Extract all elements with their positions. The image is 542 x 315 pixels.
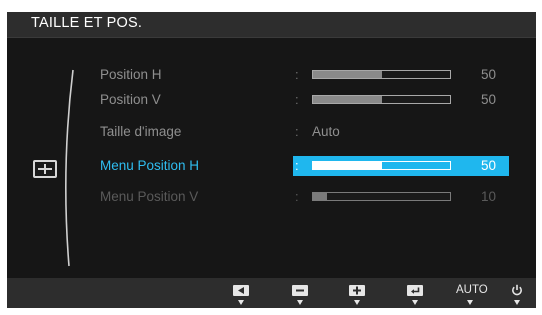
button-bar: AUTO [7, 278, 536, 308]
slider-value: 50 [481, 158, 497, 173]
auto-button[interactable]: AUTO [456, 284, 488, 305]
menu-item-label: Menu Position H [100, 158, 200, 173]
power-button[interactable] [507, 284, 529, 305]
slider-track[interactable] [312, 192, 451, 201]
slider-fill [313, 96, 382, 103]
slider-value: 10 [481, 189, 497, 204]
option-value: Auto [312, 124, 340, 139]
slider-track[interactable] [312, 70, 451, 79]
menu-item[interactable]: Menu Position H: 50 [83, 156, 509, 176]
auto-label: AUTO [456, 284, 488, 296]
enter-icon [411, 287, 420, 294]
menu-title: TAILLE ET POS. [31, 15, 143, 31]
minus-icon [296, 289, 304, 292]
slider-fill [313, 162, 382, 169]
separator: : [295, 92, 299, 107]
slider-track[interactable] [312, 161, 451, 170]
separator: : [295, 67, 299, 82]
triangle-left-icon [238, 287, 244, 294]
minus-button[interactable] [289, 285, 311, 305]
menu-item-label: Position H [100, 67, 162, 82]
arrow-down-icon [514, 300, 520, 305]
plus-icon [353, 286, 361, 295]
left-arrow-button[interactable] [230, 285, 252, 305]
slider-track[interactable] [312, 95, 451, 104]
menu-item[interactable]: Taille d'image: Auto [83, 122, 509, 142]
menu-item-label: Taille d'image [100, 124, 182, 139]
power-icon [512, 284, 522, 296]
slider-value: 50 [481, 92, 497, 107]
slider-value: 50 [481, 67, 497, 82]
menu-item[interactable]: Menu Position V: 10 [83, 187, 509, 207]
menu-item[interactable]: Position V: 50 [83, 90, 509, 110]
arrow-down-icon [467, 300, 473, 305]
title-bar: TAILLE ET POS. [7, 12, 536, 38]
menu-item-label: Menu Position V [100, 189, 199, 204]
menu-item-label: Position V [100, 92, 161, 107]
slider-fill [313, 71, 382, 78]
osd-menu: TAILLE ET POS. Position H: 50 Position V: 5… [7, 12, 536, 308]
arrow-down-icon [354, 300, 360, 305]
arrow-down-icon [412, 300, 418, 305]
plus-button[interactable] [346, 285, 368, 305]
enter-button[interactable] [404, 285, 426, 305]
separator: : [295, 124, 299, 139]
separator: : [295, 158, 299, 173]
separator: : [295, 189, 299, 204]
arrow-down-icon [238, 300, 244, 305]
menu-item[interactable]: Position H: 50 [83, 65, 509, 85]
arrow-down-icon [297, 300, 303, 305]
slider-fill [313, 193, 327, 200]
picture-size-icon [33, 160, 57, 178]
